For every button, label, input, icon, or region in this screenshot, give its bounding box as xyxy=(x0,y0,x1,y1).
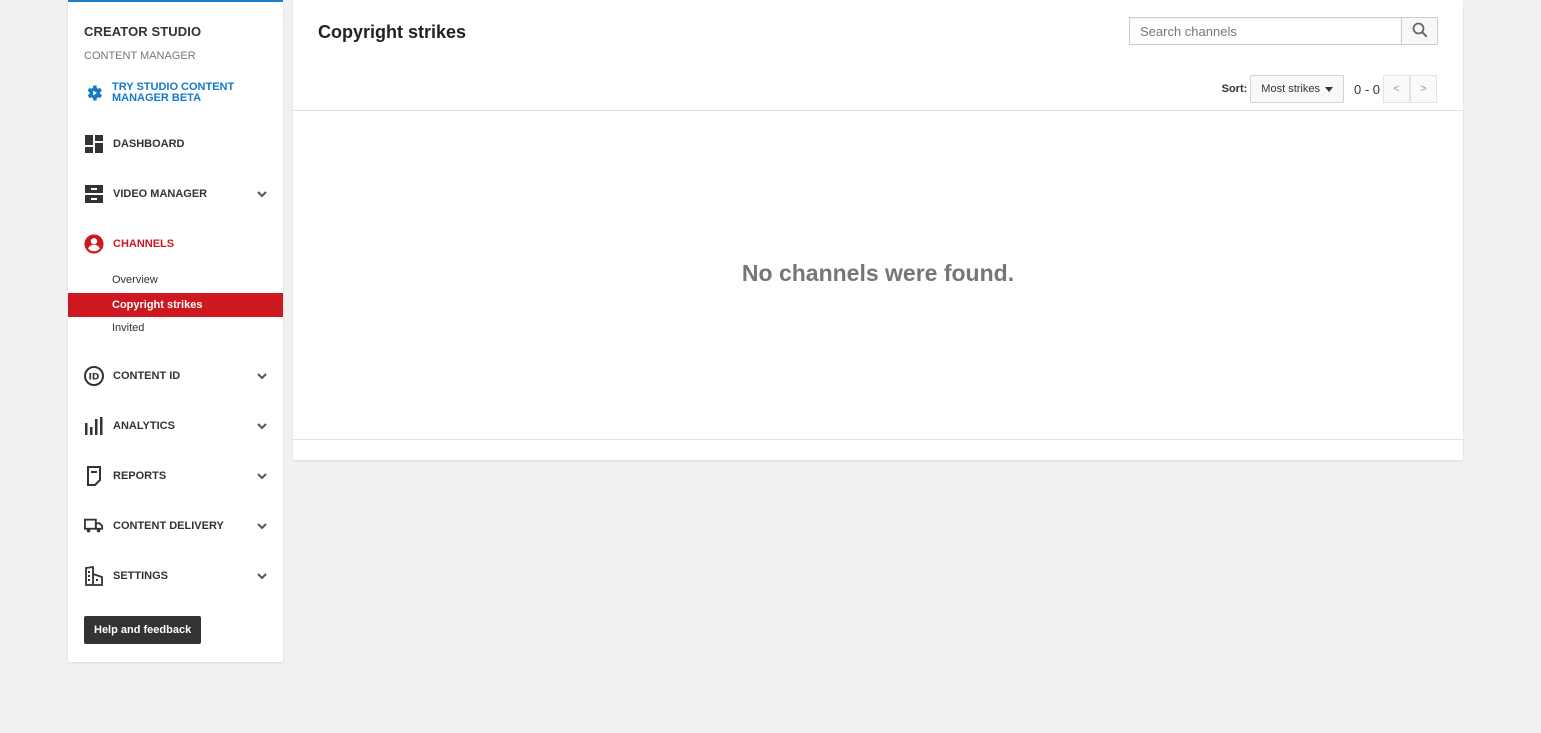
truck-icon xyxy=(84,516,104,536)
search-icon xyxy=(1412,22,1428,41)
search-input[interactable] xyxy=(1129,17,1401,45)
sub-item-overview[interactable]: Overview xyxy=(68,268,283,292)
nav-reports[interactable]: REPORTS xyxy=(84,464,269,488)
channels-icon xyxy=(84,234,104,254)
divider xyxy=(293,110,1463,111)
chevron-down-icon[interactable] xyxy=(255,419,269,433)
chevron-down-icon[interactable] xyxy=(255,519,269,533)
sort-value: Most strikes xyxy=(1261,83,1320,95)
nav-content-delivery[interactable]: CONTENT DELIVERY xyxy=(84,514,269,538)
prev-page-button[interactable]: < xyxy=(1383,75,1410,103)
page-title: Copyright strikes xyxy=(318,22,467,42)
nav-content-id[interactable]: ID CONTENT ID xyxy=(84,364,269,388)
content-id-icon: ID xyxy=(84,366,104,386)
brand-title: CREATOR STUDIO xyxy=(84,24,202,39)
sort-dropdown[interactable]: Most strikes xyxy=(1250,75,1344,103)
sidebar: CREATOR STUDIO CONTENT MANAGER TRY STUDI… xyxy=(68,0,283,662)
svg-text:ID: ID xyxy=(89,373,100,383)
sub-item-copyright-strikes[interactable]: Copyright strikes xyxy=(68,293,283,317)
brand-subtitle: CONTENT MANAGER xyxy=(84,50,196,62)
nav-video-manager-label: VIDEO MANAGER xyxy=(113,188,208,200)
nav-settings-label: SETTINGS xyxy=(113,570,169,582)
nav-dashboard[interactable]: DASHBOARD xyxy=(84,132,269,156)
nav-analytics-label: ANALYTICS xyxy=(113,420,175,432)
caret-down-icon xyxy=(1324,86,1333,92)
chevron-down-icon[interactable] xyxy=(255,569,269,583)
video-manager-icon xyxy=(84,184,104,204)
nav-dashboard-label: DASHBOARD xyxy=(113,138,185,150)
chevron-down-icon[interactable] xyxy=(255,369,269,383)
main-panel: Copyright strikes Sort: Most strikes 0 -… xyxy=(293,0,1463,460)
chevron-down-icon[interactable] xyxy=(255,187,269,201)
page-range: 0 - 0 xyxy=(1353,81,1380,97)
nav-content-delivery-label: CONTENT DELIVERY xyxy=(113,520,224,532)
sort-toolbar: Sort: Most strikes 0 - 0 < > xyxy=(1222,75,1437,103)
gear-play-icon xyxy=(84,82,104,104)
nav-channels-label: CHANNELS xyxy=(113,238,175,250)
help-feedback-button[interactable]: Help and feedback xyxy=(84,616,202,644)
try-beta-link[interactable]: TRY STUDIO CONTENT MANAGER BETA xyxy=(84,82,242,104)
next-page-button[interactable]: > xyxy=(1410,75,1437,103)
search-bar xyxy=(1129,17,1438,45)
nav-video-manager[interactable]: VIDEO MANAGER xyxy=(84,182,269,206)
chevron-down-icon[interactable] xyxy=(255,469,269,483)
dashboard-icon xyxy=(84,134,104,154)
nav-content-id-label: CONTENT ID xyxy=(113,370,181,382)
analytics-icon xyxy=(84,416,104,436)
reports-icon xyxy=(84,466,104,486)
nav-channels[interactable]: CHANNELS xyxy=(84,232,269,256)
sub-item-invited[interactable]: Invited xyxy=(68,316,283,340)
building-icon xyxy=(84,566,104,586)
divider xyxy=(293,439,1463,440)
nav-settings[interactable]: SETTINGS xyxy=(84,564,269,588)
sort-label: Sort: xyxy=(1221,83,1248,95)
nav-reports-label: REPORTS xyxy=(113,470,167,482)
empty-state-message: No channels were found. xyxy=(741,260,1015,286)
try-beta-label: TRY STUDIO CONTENT MANAGER BETA xyxy=(112,81,235,104)
nav-analytics[interactable]: ANALYTICS xyxy=(84,414,269,438)
search-button[interactable] xyxy=(1401,17,1438,45)
